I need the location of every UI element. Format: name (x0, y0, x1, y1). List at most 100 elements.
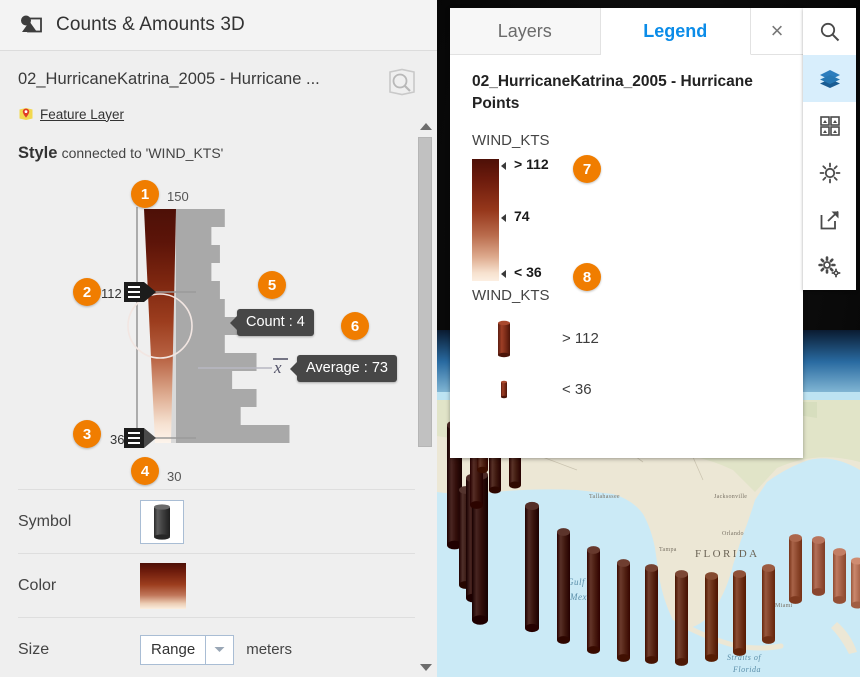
map-cylinder-symbol (705, 572, 718, 662)
style-connected-text: connected to 'WIND_KTS' (61, 145, 224, 161)
app-root: Counts & Amounts 3D 02_HurricaneKatrina_… (0, 0, 860, 677)
callout-badge-6: 6 (341, 312, 369, 340)
cylinder-large-icon (472, 318, 536, 360)
map-cylinder-symbol (645, 564, 658, 664)
histogram-bar (176, 335, 225, 353)
size-row: Size Range meters (18, 617, 419, 677)
color-ramp-bar (472, 158, 499, 281)
map-cylinder-symbol (557, 528, 570, 644)
histogram-bar (176, 425, 290, 443)
histogram-bar (176, 299, 225, 317)
map-label: Tampa (659, 547, 677, 553)
scroll-down-arrow-icon[interactable] (420, 664, 432, 671)
ramp-tick-mid (501, 213, 506, 222)
chevron-down-icon[interactable] (206, 634, 235, 665)
callout-badge-8: 8 (573, 263, 601, 291)
histogram-bar (176, 407, 241, 425)
map-label: Florida (732, 665, 761, 674)
legend-color-ramp: > 112 74 < 36 (472, 155, 781, 285)
histogram-min-label: 30 (167, 469, 182, 484)
legend-panel: Layers Legend × 02_HurricaneKatrina_2005… (450, 8, 803, 458)
callout-badge-7: 7 (573, 155, 601, 183)
map-label: Straits of (727, 653, 762, 662)
lower-slider-handle (124, 428, 156, 448)
ramp-label-mid: 74 (514, 207, 530, 224)
map-cylinder-symbol (587, 546, 600, 654)
legend-body: 02_HurricaneKatrina_2005 - Hurricane Poi… (450, 55, 803, 428)
map-label: Tallahassee (589, 494, 620, 500)
feature-layer-link[interactable]: Feature Layer (40, 107, 124, 122)
average-tooltip: Average : 73 (290, 355, 397, 382)
map-cylinder-symbol (675, 570, 688, 666)
symbol-row: Symbol (18, 489, 419, 553)
legend-tabstrip: Layers Legend × (450, 8, 803, 55)
map-cylinder-symbol (789, 534, 802, 604)
map-cylinder-symbol (851, 557, 860, 609)
layers-icon[interactable] (803, 55, 856, 102)
daylight-icon[interactable] (803, 149, 856, 196)
callout-badge-4: 4 (131, 457, 159, 485)
zoom-to-layer-icon[interactable] (383, 63, 421, 101)
style-label: Style (18, 144, 58, 162)
map-cylinder-symbol (733, 570, 746, 656)
share-icon[interactable] (803, 196, 856, 243)
map-label: FLORIDA (695, 548, 759, 560)
histogram-bar (176, 389, 257, 407)
callout-badge-3: 3 (73, 420, 101, 448)
symbol-label: Symbol (18, 512, 72, 530)
size-unit-label: meters (246, 641, 293, 658)
lower-handle-value: 36 (110, 432, 125, 447)
callout-badge-5: 5 (258, 271, 286, 299)
tab-layers[interactable]: Layers (450, 8, 601, 54)
map-label: Jacksonville (714, 494, 747, 500)
cylinder-small-icon (472, 379, 536, 401)
ramp-label-low: < 36 (514, 263, 542, 280)
style-panel-scrollbar[interactable] (415, 119, 437, 677)
histogram-chart[interactable]: x (0, 169, 437, 489)
tab-legend[interactable]: Legend (600, 8, 751, 55)
svg-text:x: x (273, 358, 282, 377)
map-toolbar (803, 8, 856, 290)
histogram-bar (176, 209, 225, 227)
image-symbology-icon (21, 15, 42, 33)
upper-handle-value: 112 (101, 286, 122, 301)
basemap-icon[interactable] (803, 102, 856, 149)
map-label: Miami (775, 603, 793, 609)
ramp-tick-high (501, 161, 506, 170)
size-label: Size (18, 640, 50, 658)
feature-layer-badge-icon (19, 108, 33, 120)
ramp-label-high: > 112 (514, 155, 549, 172)
close-icon[interactable]: × (751, 8, 803, 54)
panel-title: Counts & Amounts 3D (56, 14, 245, 35)
histogram-max-label: 150 (167, 189, 189, 204)
legend-size-field: WIND_KTS (472, 286, 550, 304)
legend-color-field: WIND_KTS (472, 131, 550, 149)
style-line: Style connected to 'WIND_KTS' (0, 122, 437, 163)
ramp-tick-low (501, 269, 506, 278)
map-cylinder-symbol (833, 548, 846, 604)
search-icon[interactable] (803, 8, 856, 55)
x-bar-icon: x (273, 358, 288, 377)
legend-size-item-small: < 36 (472, 368, 781, 412)
callout-badge-2: 2 (73, 278, 101, 306)
legend-size-label-large: > 112 (562, 330, 599, 348)
symbol-swatch-button[interactable] (140, 499, 184, 544)
map-label: Orlando (722, 531, 744, 537)
style-panel: Counts & Amounts 3D 02_HurricaneKatrina_… (0, 0, 437, 677)
histogram-area[interactable]: x 150 30 112 36 Count : 4 Average : 73 1… (0, 169, 437, 489)
histogram-bar (176, 371, 233, 389)
color-row: Color (18, 553, 419, 617)
scroll-up-arrow-icon[interactable] (420, 123, 432, 130)
map-cylinder-symbol (812, 536, 825, 596)
color-ramp-swatch-button[interactable] (140, 562, 186, 609)
map-cylinder-symbol (762, 564, 775, 644)
layer-name: 02_HurricaneKatrina_2005 - Hurricane ... (18, 70, 320, 88)
scrollbar-thumb[interactable] (418, 137, 432, 447)
size-mode-select[interactable]: Range (140, 634, 207, 665)
panel-header: Counts & Amounts 3D (0, 0, 437, 51)
callout-badge-1: 1 (131, 180, 159, 208)
layer-block: 02_HurricaneKatrina_2005 - Hurricane ...… (0, 51, 437, 122)
histogram-bar (176, 263, 212, 281)
histogram-bar (176, 245, 220, 263)
settings-icon[interactable] (803, 243, 856, 290)
